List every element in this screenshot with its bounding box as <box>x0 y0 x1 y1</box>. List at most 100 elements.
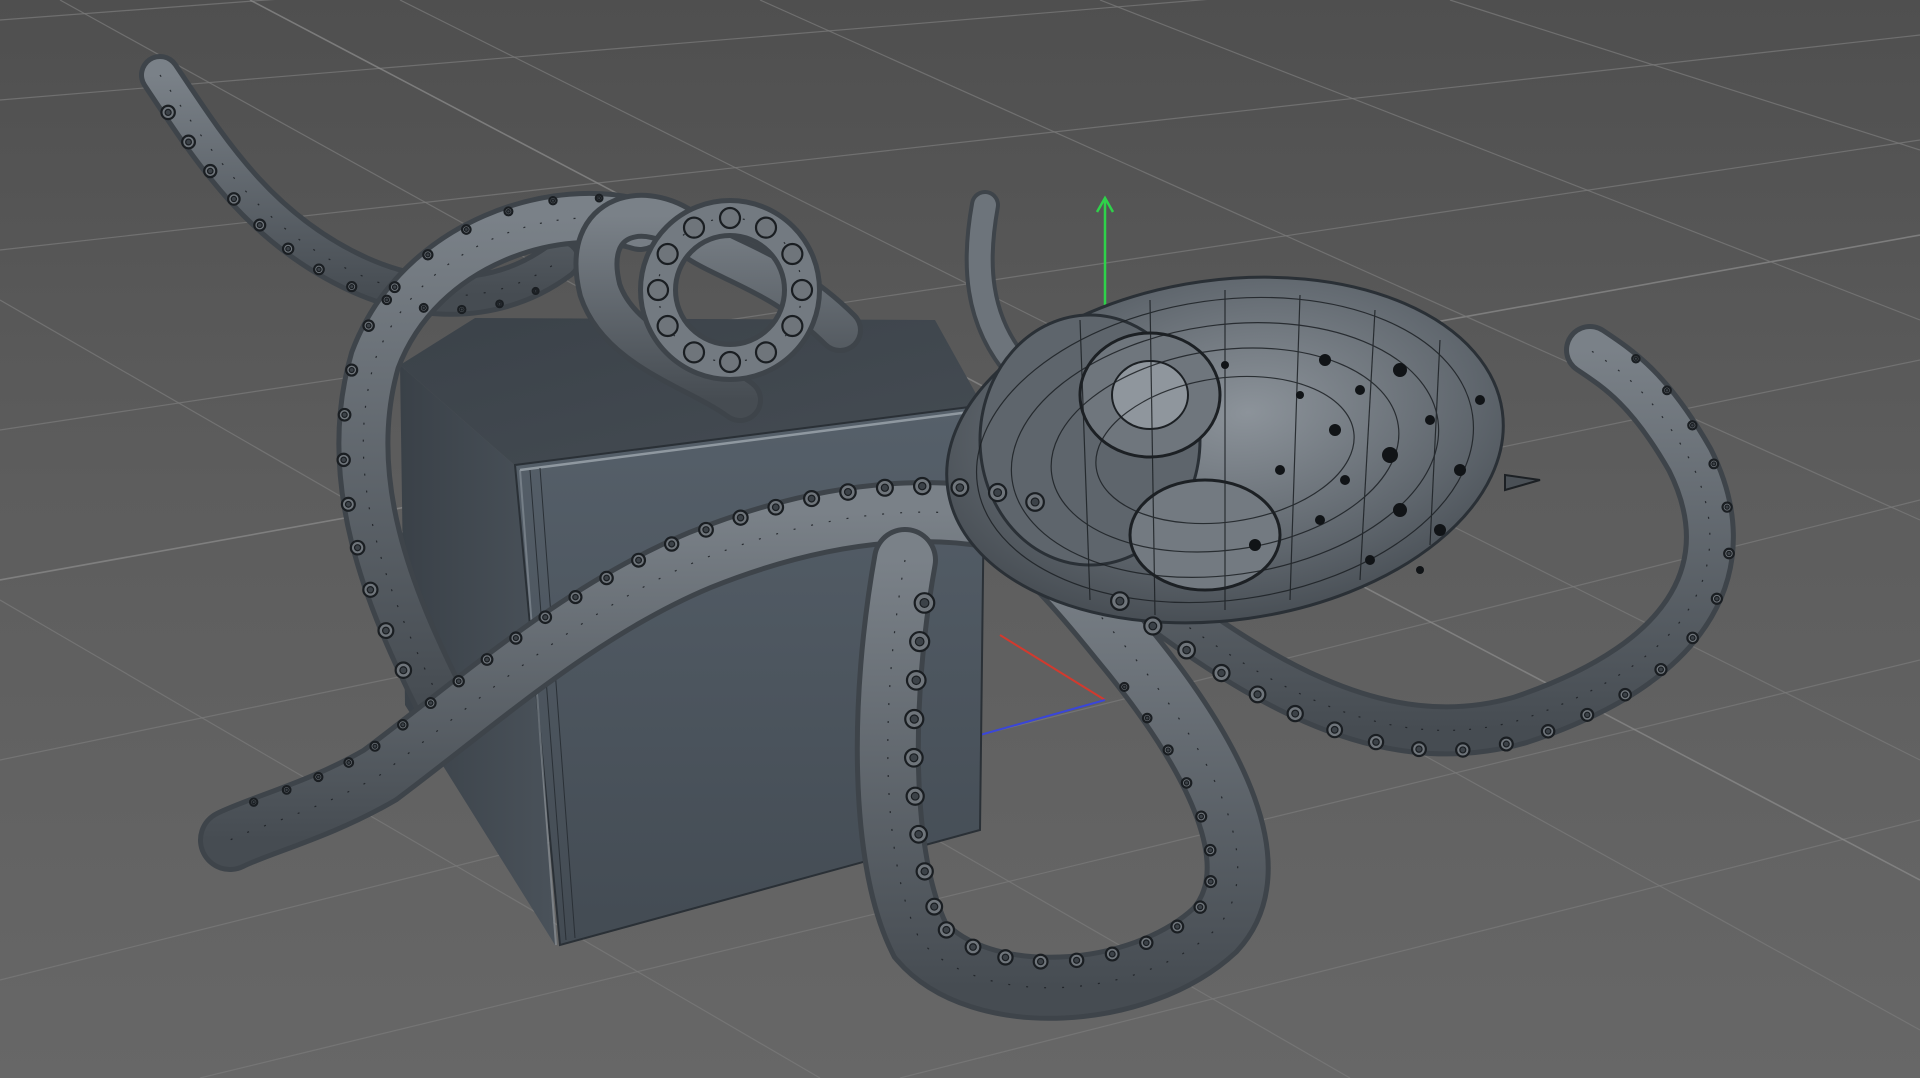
sucker-center <box>1115 596 1125 606</box>
sucker-center <box>1182 645 1191 655</box>
sucker-center <box>1459 746 1467 754</box>
sucker-center <box>1197 903 1204 911</box>
sucker-center <box>459 307 464 312</box>
sucker-center <box>969 943 977 951</box>
sucker-center <box>1689 634 1696 641</box>
sucker <box>781 314 804 338</box>
sucker-center <box>1174 923 1181 930</box>
sucker-center <box>349 283 355 290</box>
sucker-center <box>1183 780 1190 786</box>
sucker-center <box>353 544 362 552</box>
sucker <box>718 206 742 230</box>
sucker-center <box>1657 666 1665 673</box>
sucker <box>682 216 706 239</box>
sucker-center <box>919 597 930 608</box>
sucker-center <box>1664 388 1670 393</box>
sucker-center <box>930 902 939 911</box>
sucker <box>646 278 670 302</box>
sucker-center <box>603 574 610 582</box>
sucker-center <box>1142 939 1150 947</box>
sucker-center <box>910 791 920 801</box>
sucker-center <box>533 289 538 293</box>
sucker-center <box>1583 711 1591 719</box>
sucker-center <box>230 195 238 203</box>
sucker-center <box>512 634 519 642</box>
sucker <box>781 242 804 266</box>
3d-viewport[interactable] <box>0 0 1920 1078</box>
sucker <box>754 341 778 364</box>
sucker-center <box>1073 956 1081 964</box>
sucker-center <box>635 556 643 564</box>
sucker-center <box>909 753 919 763</box>
sucker-center <box>1502 740 1510 748</box>
sucker-center <box>285 245 292 252</box>
sucker-center <box>702 526 710 534</box>
sucker-center <box>771 503 780 512</box>
sucker-center <box>942 925 951 934</box>
sucker-center <box>914 829 923 839</box>
sucker-center <box>1198 813 1205 820</box>
sucker-center <box>372 743 378 749</box>
viewport-scene[interactable] <box>0 0 1920 1078</box>
sucker-center <box>920 867 929 876</box>
sucker-center <box>341 411 348 418</box>
sucker-center <box>1036 957 1045 966</box>
sucker-center <box>427 700 434 706</box>
sucker-center <box>1253 690 1262 699</box>
sucker-center <box>1148 621 1158 631</box>
sucker-center <box>917 481 927 491</box>
sucker-center <box>909 714 919 724</box>
sucker-center <box>1217 668 1226 678</box>
sucker-center <box>1415 745 1423 753</box>
sucker-center <box>668 540 676 548</box>
sucker-center <box>807 494 816 503</box>
sucker-center <box>1001 953 1010 962</box>
sucker-center <box>542 614 549 621</box>
sucker-center <box>914 636 925 647</box>
sucker-center <box>185 138 193 146</box>
sucker-center <box>1621 691 1629 698</box>
sucker-center <box>880 483 890 492</box>
sucker <box>656 314 679 338</box>
sucker <box>718 350 742 374</box>
sucker-center <box>399 666 408 675</box>
sucker-center <box>1108 950 1116 958</box>
sucker-center <box>1689 422 1695 428</box>
sucker-center <box>365 322 372 329</box>
sucker <box>754 216 778 239</box>
sucker-center <box>911 675 922 686</box>
sucker-center <box>955 483 965 492</box>
sucker-center <box>391 284 398 290</box>
sucker-center <box>1633 356 1639 361</box>
sucker-center <box>1714 595 1720 602</box>
sucker-center <box>381 626 390 635</box>
sucker <box>682 341 706 364</box>
sucker-center <box>366 585 375 594</box>
sucker-center <box>597 196 602 201</box>
sucker-center <box>1726 550 1732 557</box>
sucker-center <box>1121 684 1127 690</box>
sucker-center <box>497 301 502 306</box>
sucker-center <box>1291 709 1300 718</box>
sucker <box>656 242 679 266</box>
sucker-center <box>425 252 431 258</box>
sucker-center <box>506 209 511 214</box>
sucker-center <box>843 487 853 497</box>
sucker-center <box>251 799 256 805</box>
sucker-center <box>1030 497 1040 507</box>
sucker-center <box>344 500 352 508</box>
sucker-center <box>384 297 390 303</box>
sucker-center <box>550 198 556 203</box>
sucker-center <box>455 678 462 685</box>
sucker-center <box>463 226 469 232</box>
sucker-center <box>484 656 491 663</box>
sucker-center <box>348 366 355 374</box>
sucker-center <box>1207 847 1214 854</box>
sucker-center <box>736 513 745 522</box>
sucker-center <box>316 266 322 273</box>
sucker-center <box>421 305 427 311</box>
sucker-center <box>993 488 1003 498</box>
octopus-mesh[interactable] <box>924 243 1541 658</box>
sucker-center <box>1330 725 1339 734</box>
sucker-center <box>1372 738 1380 746</box>
